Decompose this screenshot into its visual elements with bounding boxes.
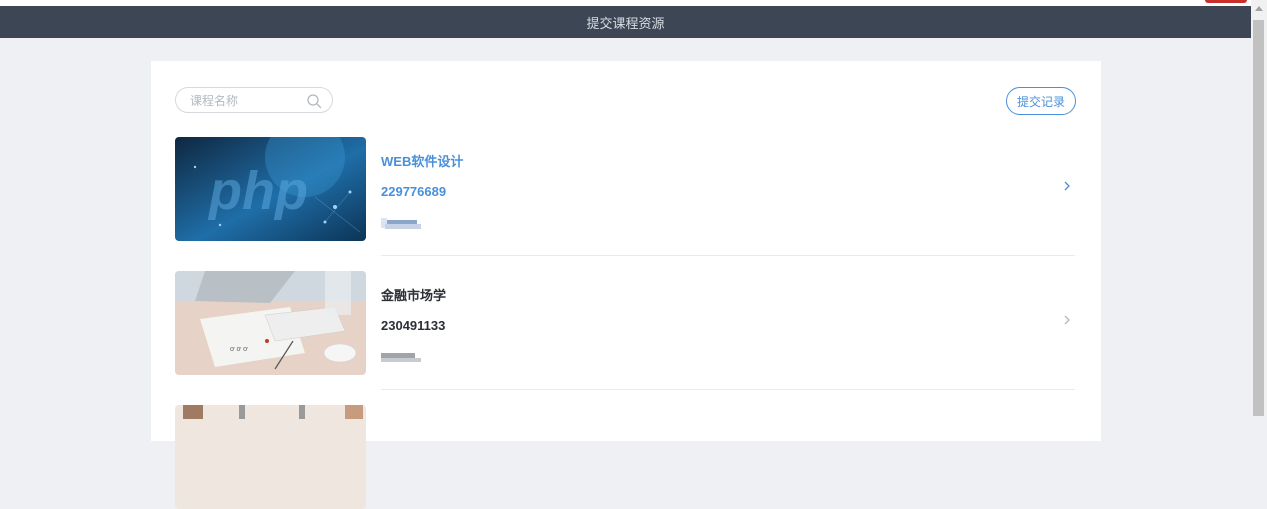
course-thumbnail-partial[interactable] xyxy=(175,405,366,509)
page-header: 提交课程资源 xyxy=(0,6,1251,38)
course-photo-partial xyxy=(175,405,366,509)
page-title: 提交课程资源 xyxy=(586,15,665,31)
course-info[interactable]: 金融市场学 230491133 xyxy=(381,271,1075,390)
course-name[interactable]: WEB软件设计 xyxy=(381,151,463,170)
course-item[interactable]: ơ ơ ơ 金融市场学 230491133 xyxy=(175,271,1075,390)
course-item[interactable]: php WEB软件设计 229776689 xyxy=(175,137,1075,256)
search-icon[interactable] xyxy=(306,93,322,109)
desk-keyboard-photo: ơ ơ ơ xyxy=(175,271,366,375)
svg-text:ơ ơ ơ: ơ ơ ơ xyxy=(230,346,248,353)
top-right-red-tab[interactable] xyxy=(1205,0,1247,3)
scrollbar-thumb[interactable] xyxy=(1253,20,1264,416)
vertical-scrollbar[interactable] xyxy=(1251,0,1267,416)
course-code: 230491133 xyxy=(381,318,446,333)
row-divider xyxy=(381,389,1075,390)
course-thumbnail-desk[interactable]: ơ ơ ơ xyxy=(175,271,366,375)
course-name[interactable]: 金融市场学 xyxy=(381,285,446,304)
submit-record-button[interactable]: 提交记录 xyxy=(1006,87,1076,115)
scroll-up-arrow-icon[interactable] xyxy=(1255,6,1263,11)
course-info[interactable]: WEB软件设计 229776689 xyxy=(381,137,1075,256)
course-item[interactable] xyxy=(175,405,1075,509)
svg-text:php: php xyxy=(207,161,308,221)
course-thumbnail-php[interactable]: php xyxy=(175,137,366,241)
course-code: 229776689 xyxy=(381,184,447,199)
chevron-right-icon[interactable] xyxy=(1061,313,1073,327)
course-list-card: 提交记录 php xyxy=(151,61,1101,509)
course-search-box[interactable] xyxy=(175,87,333,113)
teacher-name-blurred xyxy=(381,353,421,362)
course-search-input[interactable] xyxy=(188,91,302,111)
php-banner-image: php xyxy=(175,137,366,241)
row-divider xyxy=(381,255,1075,256)
teacher-name-blurred xyxy=(381,218,421,229)
chevron-right-icon[interactable] xyxy=(1061,179,1073,193)
